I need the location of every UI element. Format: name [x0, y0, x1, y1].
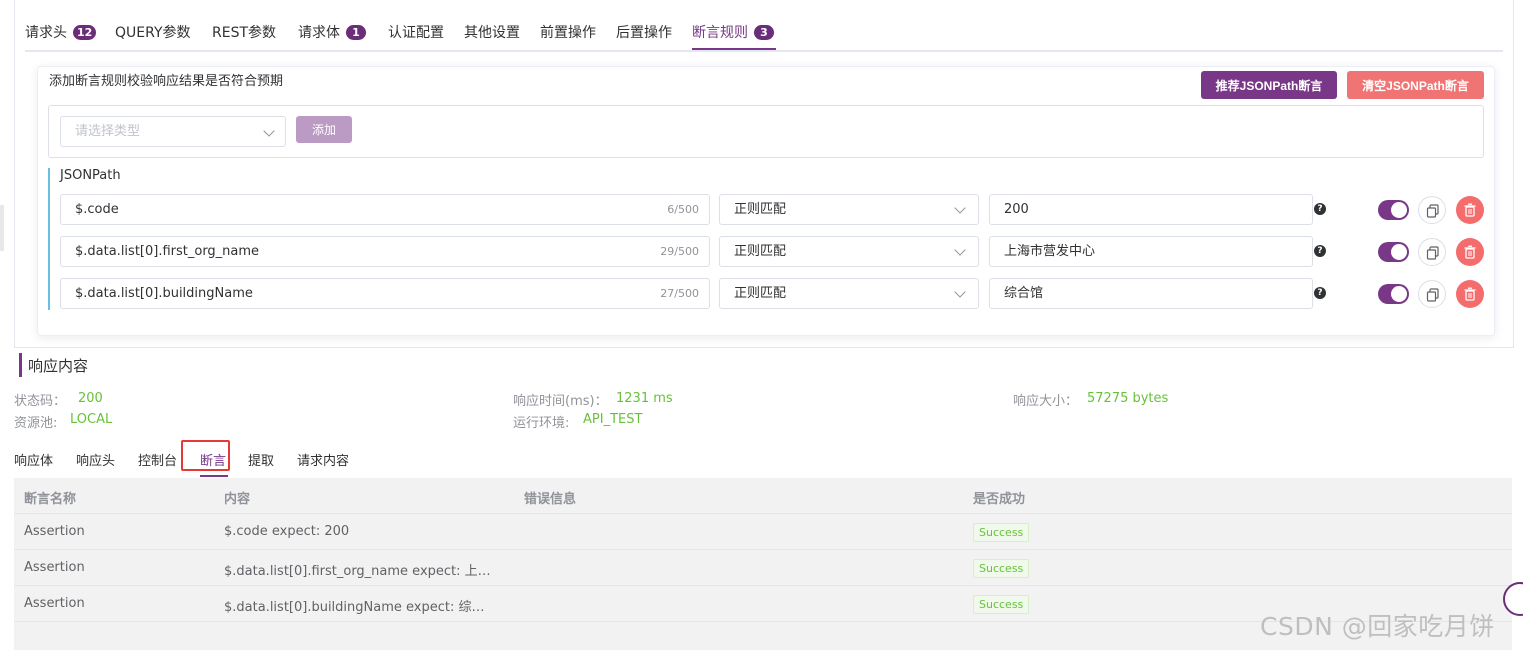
- tab-request-content[interactable]: 请求内容: [297, 450, 349, 469]
- add-assertion-button[interactable]: 添加: [296, 116, 352, 143]
- trash-icon: [1464, 245, 1476, 259]
- tab-pre-script[interactable]: 前置操作: [540, 22, 596, 42]
- assertion-content: $.code expect: 200: [224, 524, 350, 539]
- tab-other-settings[interactable]: 其他设置: [464, 22, 520, 42]
- assertion-name: Assertion: [24, 560, 85, 575]
- copy-button[interactable]: [1418, 280, 1446, 308]
- help-icon[interactable]: ?: [1314, 287, 1326, 299]
- tab-response-body[interactable]: 响应体: [14, 450, 53, 469]
- environment-label: 运行环境:: [513, 416, 570, 431]
- delete-button[interactable]: [1456, 280, 1484, 308]
- column-header: 是否成功: [973, 492, 1026, 507]
- expected-value-input[interactable]: 200: [989, 194, 1313, 225]
- assertion-content: $.data.list[0].first_org_name expect: 上海…: [224, 564, 496, 579]
- enable-toggle[interactable]: [1378, 242, 1409, 262]
- sidebar-edge: [0, 205, 4, 251]
- match-type-select[interactable]: 正则匹配: [719, 236, 979, 267]
- copy-button[interactable]: [1418, 196, 1446, 224]
- success-badge: Success: [973, 595, 1030, 614]
- delete-button[interactable]: [1456, 196, 1484, 224]
- char-count: 6/500: [667, 203, 699, 216]
- copy-icon: [1426, 204, 1439, 218]
- help-icon[interactable]: ?: [1314, 203, 1326, 215]
- success-badge: Success: [973, 523, 1030, 542]
- resource-pool-value: LOCAL: [70, 412, 113, 427]
- assertion-name: Assertion: [24, 596, 85, 611]
- response-size-label: 响应大小：: [1013, 394, 1079, 409]
- status-code-label: 状态码：: [14, 394, 67, 409]
- tab-console[interactable]: 控制台: [138, 450, 177, 469]
- trash-icon: [1464, 287, 1476, 301]
- resource-pool-label: 资源池:: [14, 416, 58, 431]
- tab-auth[interactable]: 认证配置: [388, 22, 444, 42]
- response-time-label: 响应时间(ms)：: [513, 394, 608, 409]
- active-tab-indicator: [692, 48, 776, 50]
- environment-value: API_TEST: [583, 412, 643, 427]
- chevron-down-icon: [954, 286, 966, 298]
- assertion-name: Assertion: [24, 524, 85, 539]
- expected-value-input[interactable]: 上海市营发中心: [989, 236, 1313, 267]
- assertion-type-select[interactable]: 请选择类型: [60, 116, 286, 147]
- success-badge: Success: [973, 559, 1030, 578]
- column-header: 内容: [224, 492, 251, 507]
- expected-value-input[interactable]: 综合馆: [989, 278, 1313, 309]
- tab-headers[interactable]: 请求头 12: [25, 22, 97, 42]
- trash-icon: [1464, 203, 1476, 217]
- copy-icon: [1426, 246, 1439, 260]
- column-header: 断言名称: [24, 492, 77, 507]
- char-count: 29/500: [660, 245, 699, 258]
- tab-post-script[interactable]: 后置操作: [616, 22, 672, 42]
- status-code-value: 200: [78, 391, 103, 406]
- delete-button[interactable]: [1456, 238, 1484, 266]
- tab-extract[interactable]: 提取: [248, 450, 274, 469]
- tab-badge: 1: [346, 24, 366, 40]
- tab-body[interactable]: 请求体 1: [298, 22, 366, 42]
- enable-toggle[interactable]: [1378, 284, 1409, 304]
- watermark: CSDN @回家吃月饼: [1260, 612, 1495, 641]
- tab-query-params[interactable]: QUERY参数: [115, 22, 191, 42]
- help-icon[interactable]: ?: [1314, 245, 1326, 257]
- clear-jsonpath-button[interactable]: 清空JSONPath断言: [1347, 71, 1484, 99]
- copy-icon: [1426, 288, 1439, 302]
- response-title: 响应内容: [28, 357, 89, 375]
- chevron-down-icon: [954, 202, 966, 214]
- jsonpath-section-marker: [48, 168, 50, 310]
- tab-rest-params[interactable]: REST参数: [212, 22, 276, 42]
- enable-toggle[interactable]: [1378, 200, 1409, 220]
- jsonpath-input[interactable]: $.data.list[0].buildingName 27/500: [60, 278, 710, 309]
- match-type-select[interactable]: 正则匹配: [719, 194, 979, 225]
- recommend-jsonpath-button[interactable]: 推荐JSONPath断言: [1201, 71, 1337, 99]
- response-title-marker: [19, 353, 22, 377]
- chevron-down-icon: [263, 125, 275, 137]
- jsonpath-section-label: JSONPath: [60, 168, 121, 183]
- assertion-content: $.data.list[0].buildingName expect: 综合馆: [224, 600, 496, 615]
- jsonpath-input[interactable]: $.code 6/500: [60, 194, 710, 225]
- chevron-down-icon: [954, 244, 966, 256]
- jsonpath-input[interactable]: $.data.list[0].first_org_name 29/500: [60, 236, 710, 267]
- response-size-value: 57275 bytes: [1087, 391, 1169, 406]
- tab-response-headers[interactable]: 响应头: [76, 450, 115, 469]
- copy-button[interactable]: [1418, 238, 1446, 266]
- assertion-type-placeholder: 请选择类型: [75, 124, 141, 139]
- tab-assertions[interactable]: 断言规则 3: [692, 22, 774, 42]
- assertion-description: 添加断言规则校验响应结果是否符合预期: [49, 74, 284, 89]
- active-tab-indicator: [200, 475, 228, 477]
- match-type-select[interactable]: 正则匹配: [719, 278, 979, 309]
- tab-badge: 3: [754, 24, 774, 40]
- char-count: 27/500: [660, 287, 699, 300]
- tab-badge: 12: [73, 24, 97, 40]
- highlight-box: [181, 440, 230, 471]
- column-header: 错误信息: [524, 492, 577, 507]
- response-time-value: 1231 ms: [616, 391, 673, 406]
